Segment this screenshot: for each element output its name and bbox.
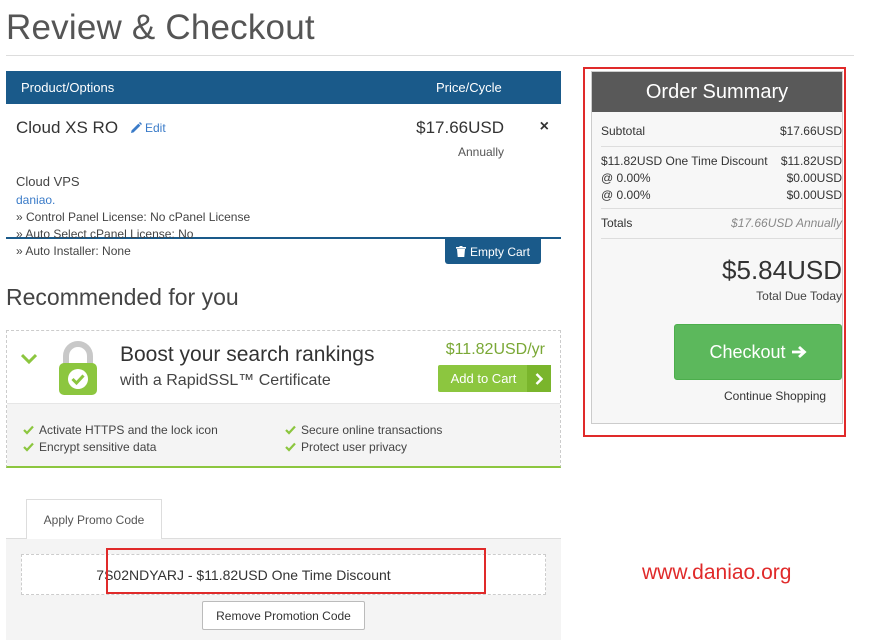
recommendation-subline: with a RapidSSL™ Certificate — [120, 372, 331, 389]
check-icon — [285, 425, 296, 435]
chevron-right-icon — [527, 365, 551, 392]
product-cycle: Annually — [457, 145, 504, 159]
recommendation-price: $11.82USD/yr — [445, 341, 545, 358]
edit-link[interactable]: Edit — [130, 121, 166, 135]
tab-apply-promo[interactable]: Apply Promo Code — [26, 499, 162, 539]
cart-item: Cloud XS RO Edit Cloud VPS daniao. » Con… — [6, 104, 561, 258]
highlight-box — [106, 548, 486, 594]
option-auto-cpanel: » Auto Select cPanel License: No — [16, 227, 194, 241]
feature-item: Secure online transactions — [285, 423, 442, 437]
option-auto-installer: » Auto Installer: None — [16, 244, 131, 258]
cart-table: Product/Options Price/Cycle Cloud XS RO … — [6, 71, 561, 258]
highlight-box — [583, 67, 846, 437]
recommendation-header: Boost your search rankings with a RapidS… — [7, 331, 560, 403]
product-name: Cloud XS RO — [16, 118, 119, 137]
header-product: Product/Options — [21, 80, 115, 95]
watermark: www.daniao.org — [642, 561, 792, 584]
chevron-down-icon[interactable] — [21, 353, 37, 365]
cart-header: Product/Options Price/Cycle — [6, 71, 561, 104]
add-to-cart-label: Add to Cart — [450, 371, 517, 386]
remove-promo-button[interactable]: Remove Promotion Code — [202, 601, 365, 630]
recommendation-features: Activate HTTPS and the lock icon Secure … — [7, 403, 560, 466]
check-icon — [285, 442, 296, 452]
product-price: $17.66USD — [416, 118, 504, 137]
product-domain[interactable]: daniao. — [16, 193, 55, 207]
page-title: Review & Checkout — [6, 8, 315, 47]
lock-icon — [59, 341, 97, 395]
close-icon[interactable]: × — [540, 118, 549, 136]
check-icon — [23, 425, 34, 435]
header-price: Price/Cycle — [436, 80, 502, 95]
feature-item: Encrypt sensitive data — [23, 440, 156, 454]
check-icon — [23, 442, 34, 452]
pencil-icon — [131, 122, 142, 133]
recommendation-card: Boost your search rankings with a RapidS… — [6, 330, 561, 468]
recommended-title: Recommended for you — [6, 284, 239, 310]
add-to-cart-button[interactable]: Add to Cart — [438, 365, 551, 392]
feature-item: Activate HTTPS and the lock icon — [23, 423, 218, 437]
edit-label: Edit — [145, 121, 166, 135]
trash-icon — [455, 246, 466, 257]
product-group: Cloud VPS — [16, 174, 80, 189]
recommendation-headline: Boost your search rankings — [120, 343, 375, 366]
empty-cart-label: Empty Cart — [469, 244, 530, 259]
title-divider — [6, 55, 854, 56]
empty-cart-button[interactable]: Empty Cart — [445, 239, 541, 264]
option-control-panel: » Control Panel License: No cPanel Licen… — [16, 210, 251, 224]
feature-item: Protect user privacy — [285, 440, 407, 454]
